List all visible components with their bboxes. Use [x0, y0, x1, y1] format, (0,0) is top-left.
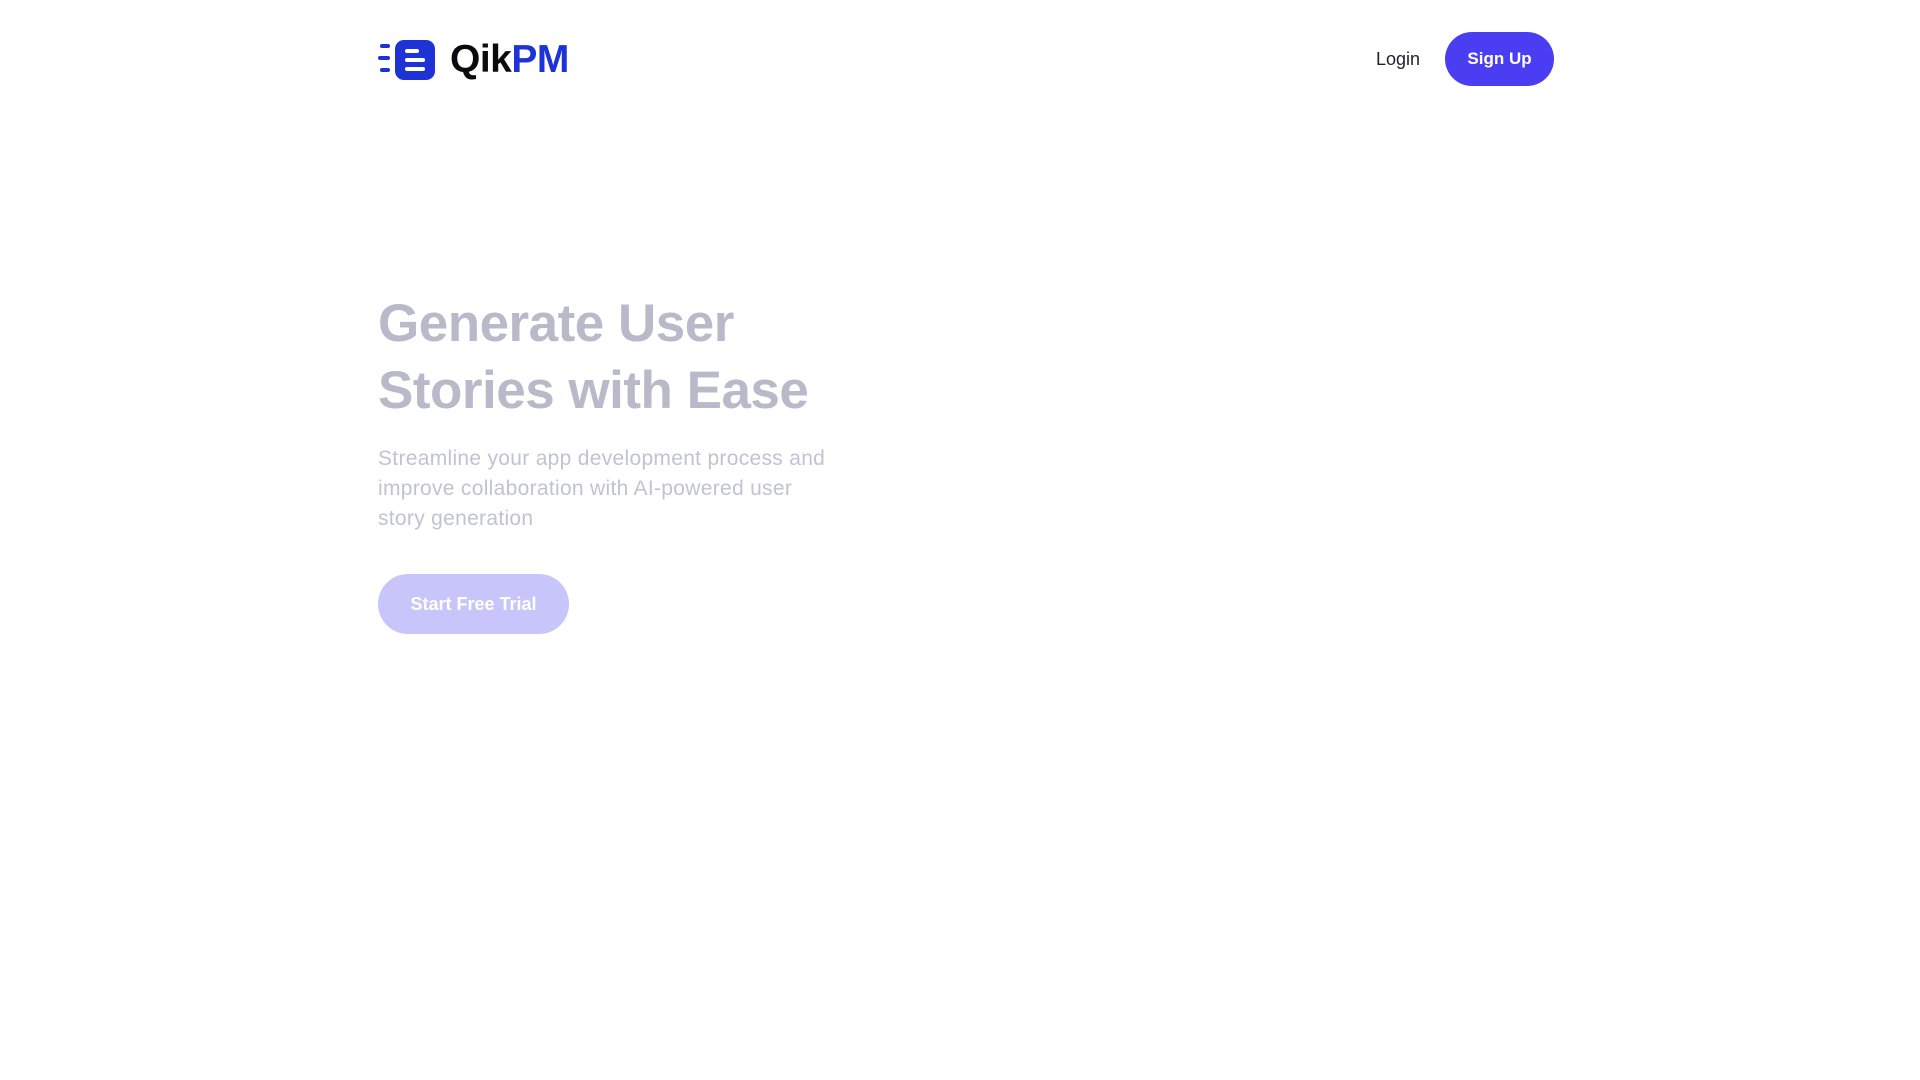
brand-home-link[interactable]: QikPM	[378, 38, 569, 80]
logo-speed-lines	[378, 44, 392, 74]
login-link[interactable]: Login	[1376, 49, 1420, 70]
hero-subtitle: Streamline your app development process …	[378, 447, 826, 530]
brand-name: QikPM	[450, 40, 569, 79]
site-header: QikPM Login Sign Up	[378, 32, 1554, 86]
hero-section: Generate User Stories with Ease Streamli…	[378, 290, 878, 634]
signup-button[interactable]: Sign Up	[1445, 32, 1554, 86]
document-list-icon	[378, 38, 436, 80]
hero-title: Generate User Stories with Ease	[378, 294, 809, 420]
logo-document-box	[395, 40, 435, 80]
brand-name-part2: PM	[511, 37, 569, 81]
brand-name-part1: Qik	[450, 37, 512, 81]
start-free-trial-button[interactable]: Start Free Trial	[378, 574, 569, 634]
landing-page: QikPM Login Sign Up Generate User Storie…	[0, 0, 1920, 1080]
header-nav: Login Sign Up	[1376, 32, 1554, 86]
